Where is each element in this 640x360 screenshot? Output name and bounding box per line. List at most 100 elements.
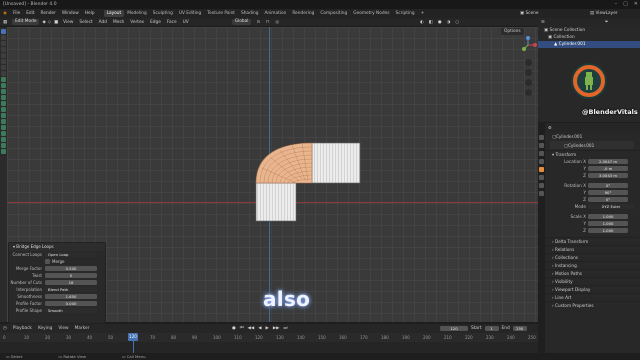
scene-selector[interactable]: ▣ Scene	[520, 11, 539, 16]
menu-timeline-view[interactable]: View	[55, 326, 71, 331]
motion-paths-section[interactable]: › Motion Paths	[538, 269, 640, 277]
proportional-edit-icon[interactable]: ◎	[272, 20, 282, 25]
rip-tool-icon[interactable]	[1, 149, 6, 154]
tab-texture-paint[interactable]: Texture Paint	[204, 10, 238, 17]
menu-view[interactable]: View	[60, 20, 76, 25]
custom-properties-section[interactable]: › Custom Properties	[538, 301, 640, 309]
menu-select[interactable]: Select	[76, 20, 95, 25]
blender-logo-icon[interactable]: ◉	[0, 11, 10, 16]
current-frame-field[interactable]: 120	[440, 325, 468, 332]
profile-factor-field[interactable]: 0.000	[45, 300, 97, 307]
outliner-row-scene-collection[interactable]: ▣ Scene Collection	[538, 27, 640, 34]
jump-start-icon[interactable]: ⏮	[240, 326, 244, 331]
spin-tool-icon[interactable]	[1, 119, 6, 124]
transform-tool-icon[interactable]	[1, 59, 6, 64]
record-icon[interactable]: ●	[232, 326, 236, 331]
add-workspace-button[interactable]: +	[418, 10, 428, 17]
scale-tool-icon[interactable]	[1, 53, 6, 58]
scale-x-field[interactable]: 1.000	[588, 213, 628, 220]
timeline-ruler[interactable]: 0102030405060708090100110120130140150160…	[0, 333, 538, 342]
play-reverse-icon[interactable]: ◀	[258, 326, 261, 331]
face-select-icon[interactable]: ■	[52, 20, 60, 25]
smooth-tool-icon[interactable]	[1, 125, 6, 130]
tool-tab-icon[interactable]	[539, 135, 544, 140]
smoothness-field[interactable]: 1.650	[45, 293, 97, 300]
move-tool-icon[interactable]	[1, 41, 6, 46]
prev-key-icon[interactable]: ◀◀	[248, 326, 255, 331]
knife-tool-icon[interactable]	[1, 107, 6, 112]
frame-cursor[interactable]: 120	[128, 333, 138, 341]
menu-window[interactable]: Window	[59, 11, 82, 16]
shear-tool-icon[interactable]	[1, 143, 6, 148]
object-name-field[interactable]: ▢ Cylinder.001	[550, 141, 634, 149]
visibility-section[interactable]: › Visibility	[538, 277, 640, 285]
scene-tab-icon[interactable]	[539, 159, 544, 164]
options-button[interactable]: Options	[501, 28, 524, 35]
menu-keying[interactable]: Keying	[35, 326, 55, 331]
menu-face[interactable]: Face	[164, 20, 180, 25]
overlay-icon[interactable]: ◐	[420, 20, 424, 25]
outliner-row-collection[interactable]: ▣ Collection	[538, 34, 640, 41]
tab-layout[interactable]: Layout	[103, 10, 125, 17]
menu-playback[interactable]: Playback	[10, 326, 35, 331]
merge-checkbox[interactable]	[45, 259, 50, 264]
snap-icon[interactable]: ⊓	[263, 20, 272, 25]
rotation-y-field[interactable]: 90°	[588, 189, 628, 196]
start-frame-field[interactable]: 1	[484, 325, 499, 332]
add-cube-tool-icon[interactable]	[1, 77, 6, 82]
merge-factor-field[interactable]: 0.500	[45, 265, 97, 272]
play-icon[interactable]: ▶	[266, 326, 269, 331]
editor-type-icon[interactable]: ▦	[0, 20, 10, 25]
menu-marker[interactable]: Marker	[72, 326, 93, 331]
viewport-display-section[interactable]: › Viewport Display	[538, 285, 640, 293]
tab-modeling[interactable]: Modeling	[124, 10, 150, 17]
scale-y-field[interactable]: 1.000	[588, 220, 628, 227]
menu-mesh[interactable]: Mesh	[110, 20, 127, 25]
xray-icon[interactable]: ◧	[429, 20, 433, 25]
menu-add[interactable]: Add	[96, 20, 110, 25]
zoom-icon[interactable]	[525, 59, 532, 66]
tab-rendering[interactable]: Rendering	[289, 10, 317, 17]
connect-loops-dropdown[interactable]: Open Loop	[45, 251, 97, 258]
maximize-icon[interactable]: ▢	[623, 1, 628, 7]
delta-transform-section[interactable]: › Delta Transform	[538, 237, 640, 245]
tab-animation[interactable]: Animation	[261, 10, 289, 17]
menu-render[interactable]: Render	[38, 11, 59, 16]
pan-hand-icon[interactable]	[525, 69, 532, 76]
location-z-field[interactable]: 3.0043 m	[588, 172, 628, 179]
menu-help[interactable]: Help	[82, 11, 98, 16]
relations-section[interactable]: › Relations	[538, 245, 640, 253]
line-art-section[interactable]: › Line Art	[538, 293, 640, 301]
end-frame-field[interactable]: 250	[512, 325, 527, 332]
collections-section[interactable]: › Collections	[538, 253, 640, 261]
shading-material-icon[interactable]: ◑	[447, 20, 451, 25]
twist-field[interactable]: 0	[45, 272, 97, 279]
data-tab-icon[interactable]	[539, 183, 544, 188]
outliner-row-cylinder[interactable]: ▲ Cylinder.001	[538, 41, 640, 48]
menu-file[interactable]: File	[10, 11, 23, 16]
jump-end-icon[interactable]: ⏭	[283, 326, 287, 331]
select-box-tool-icon[interactable]	[1, 29, 6, 34]
shading-render-icon[interactable]: ○	[455, 20, 459, 25]
edge-slide-tool-icon[interactable]	[1, 131, 6, 136]
shading-solid-icon[interactable]: ●	[438, 20, 442, 25]
number-of-cuts-field[interactable]: 16	[45, 279, 97, 286]
measure-tool-icon[interactable]	[1, 71, 6, 76]
menu-vertex[interactable]: Vertex	[127, 20, 147, 25]
orientation-dropdown[interactable]: Global	[231, 19, 252, 25]
extrude-tool-icon[interactable]	[1, 83, 6, 88]
tab-uv-editing[interactable]: UV Editing	[176, 10, 204, 17]
close-icon[interactable]: ✕	[634, 1, 638, 7]
shrink-fatten-tool-icon[interactable]	[1, 137, 6, 142]
tab-shading[interactable]: Shading	[238, 10, 261, 17]
rotate-tool-icon[interactable]	[1, 47, 6, 52]
rotation-z-field[interactable]: 0°	[588, 196, 628, 203]
location-x-field[interactable]: 2.0047 m	[588, 158, 628, 165]
interpolation-dropdown[interactable]: Blend Path	[45, 286, 97, 293]
cylinder-mesh[interactable]	[242, 113, 372, 223]
minimize-icon[interactable]: –	[615, 1, 618, 7]
timeline-editor-icon[interactable]: ◷	[0, 326, 10, 331]
properties-editor-icon[interactable]: ⚙	[548, 125, 552, 130]
render-tab-icon[interactable]	[539, 143, 544, 148]
profile-shape-dropdown[interactable]: Smooth	[45, 307, 97, 314]
